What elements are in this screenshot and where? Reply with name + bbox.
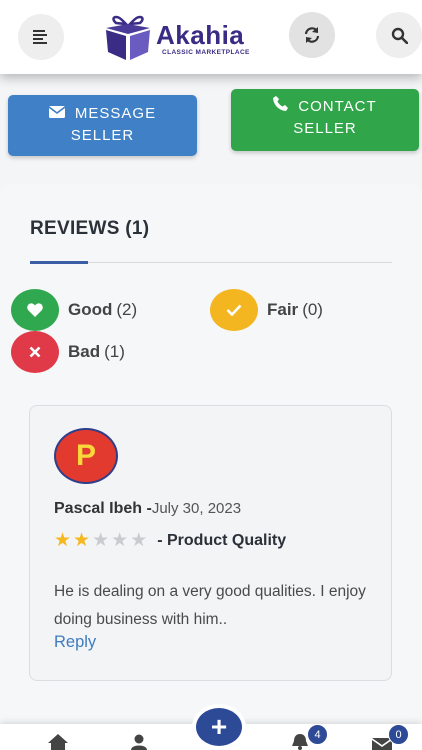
reviewer-avatar: P	[54, 428, 118, 484]
review-text: He is dealing on a very good qualities. …	[54, 583, 366, 628]
home-icon[interactable]	[48, 734, 68, 750]
star-icon-5: ★	[130, 530, 148, 551]
rating-good-count: (2)	[116, 300, 138, 319]
refresh-button[interactable]	[289, 12, 335, 58]
gift-box-icon	[106, 15, 150, 60]
x-icon	[11, 331, 59, 373]
reply-link[interactable]: Reply	[54, 633, 96, 652]
add-button[interactable]: +	[192, 704, 246, 750]
search-icon	[391, 27, 408, 44]
review-stars: ★ ★ ★ ★ ★ - Product Quality	[54, 531, 286, 551]
rating-fair-count: (0)	[302, 300, 323, 319]
star-icon-4: ★	[111, 530, 129, 551]
rating-bad-count: (1)	[104, 342, 125, 361]
rating-bad[interactable]: Bad (1)	[11, 331, 125, 373]
phone-icon	[273, 96, 289, 118]
search-button[interactable]	[376, 12, 422, 58]
rating-bad-label: Bad	[68, 342, 101, 361]
envelope-icon	[48, 103, 66, 125]
contact-seller-button[interactable]: CONTACT SELLER	[231, 89, 419, 151]
brand-name: Akahia	[156, 20, 245, 50]
reviewer-info: Pascal Ibeh -July 30, 2023	[54, 500, 241, 518]
message-seller-label-2: SELLER	[70, 127, 135, 145]
reviewer-name: Pascal Ibeh -	[54, 500, 152, 517]
messages-badge: 0	[388, 724, 409, 745]
rating-fair-label: Fair	[267, 300, 299, 319]
contact-seller-label-2: SELLER	[293, 120, 357, 138]
check-icon	[210, 289, 258, 331]
contact-seller-label-1: CONTACT	[298, 98, 377, 115]
star-icon-3: ★	[92, 530, 110, 551]
rating-fair[interactable]: Fair (0)	[210, 289, 323, 331]
menu-button[interactable]	[18, 14, 64, 60]
rating-good[interactable]: Good (2)	[11, 289, 137, 331]
reviews-tab-title[interactable]: REVIEWS (1)	[30, 218, 149, 240]
heart-icon	[11, 289, 59, 331]
notifications-badge: 4	[307, 724, 328, 745]
message-seller-label-1: MESSAGE	[74, 105, 157, 122]
app-header: Akahia CLASSIC MARKETPLACE	[0, 0, 422, 74]
star-icon-1: ★	[54, 530, 72, 551]
rating-good-label: Good	[68, 300, 113, 319]
review-aspect: - Product Quality	[157, 532, 287, 549]
user-icon[interactable]	[131, 734, 147, 750]
active-tab-indicator	[30, 261, 88, 264]
refresh-icon	[304, 27, 320, 43]
brand-logo[interactable]: Akahia CLASSIC MARKETPLACE	[104, 14, 264, 60]
brand-tagline: CLASSIC MARKETPLACE	[162, 49, 250, 56]
message-seller-button[interactable]: MESSAGE SELLER	[8, 95, 197, 156]
star-icon-2: ★	[73, 530, 91, 551]
review-date: July 30, 2023	[151, 500, 242, 517]
menu-icon	[33, 30, 47, 44]
